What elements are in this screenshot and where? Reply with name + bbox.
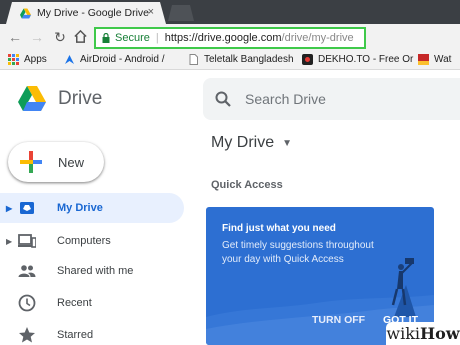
expand-caret-icon[interactable]: ▶ [6, 204, 12, 213]
dekho-icon [302, 54, 313, 65]
quick-access-card-title: Find just what you need [222, 223, 336, 234]
chevron-down-icon[interactable]: ▼ [282, 138, 292, 149]
new-tab-button[interactable] [168, 5, 194, 21]
apps-grid-icon [8, 54, 19, 65]
sidebar-item-label: Starred [57, 329, 94, 341]
browser-tab-strip: My Drive - Google Drive × [0, 0, 460, 24]
tab-title: My Drive - Google Drive [37, 7, 150, 19]
clock-icon [18, 294, 36, 312]
sidebar-item-my-drive[interactable]: ▶ My Drive [0, 193, 184, 223]
sidebar-item-label: My Drive [57, 202, 103, 214]
secure-label: Secure [115, 32, 150, 44]
bookmark-wat[interactable]: Wat [418, 54, 451, 65]
wat-icon [418, 54, 429, 65]
bookmark-airdroid[interactable]: AirDroid - Android / [64, 54, 164, 65]
bookmark-label: Teletalk Bangladesh [204, 54, 294, 65]
bookmark-teletalk[interactable]: Teletalk Bangladesh [188, 54, 294, 65]
sidebar-item-label: Shared with me [57, 265, 134, 277]
url-path: /drive/my-drive [281, 32, 354, 44]
page-icon [189, 54, 198, 65]
computers-icon [18, 234, 36, 248]
bookmark-label: DEKHO.TO - Free Or [318, 54, 414, 65]
sidebar-item-starred[interactable]: Starred [0, 320, 184, 345]
browser-tab[interactable]: My Drive - Google Drive × [6, 2, 166, 24]
bookmark-label: Wat [434, 54, 452, 65]
watermark-prefix: wiki [386, 324, 421, 343]
quick-access-heading: Quick Access [211, 179, 283, 191]
address-bar[interactable]: Secure | https://drive.google.com /drive… [94, 27, 366, 49]
new-button-label: New [58, 154, 85, 170]
watermark-suffix: How [420, 324, 460, 343]
drive-logo-icon[interactable] [18, 86, 46, 111]
search-input[interactable]: Search Drive [203, 78, 460, 120]
sidebar-item-label: Computers [57, 235, 111, 247]
airdroid-icon [65, 55, 74, 64]
bookmark-apps[interactable]: Apps [8, 54, 47, 65]
sidebar-item-label: Recent [57, 297, 92, 309]
omnibox-divider: | [155, 32, 159, 44]
url-host: https://drive.google.com [164, 32, 282, 44]
app-name: Drive [58, 88, 103, 109]
bookmark-dekho[interactable]: DEKHO.TO - Free Or [302, 54, 413, 65]
bookmark-label: Apps [24, 54, 47, 65]
quick-access-card-text: Get timely suggestions throughout your d… [222, 240, 374, 265]
bookmark-label: AirDroid - Android / [80, 54, 165, 65]
search-icon[interactable] [215, 91, 231, 107]
reload-icon[interactable]: ↻ [51, 28, 69, 46]
new-button[interactable]: New [8, 142, 104, 182]
star-icon [19, 327, 35, 343]
my-drive-icon [20, 202, 34, 214]
plus-icon [20, 151, 42, 173]
turn-off-button[interactable]: TURN OFF [312, 314, 365, 326]
browser-toolbar: ← → ↻ Secure | https://drive.google.com … [0, 24, 460, 52]
forward-arrow-icon[interactable]: → [28, 28, 46, 46]
page-title-text: My Drive [211, 134, 275, 151]
page-title[interactable]: My Drive ▼ [211, 134, 292, 152]
sidebar-item-shared-with-me[interactable]: Shared with me [0, 256, 184, 286]
expand-caret-icon[interactable]: ▶ [6, 237, 12, 246]
sidebar-item-computers[interactable]: ▶ Computers [0, 226, 184, 256]
sidebar-item-recent[interactable]: Recent [0, 288, 184, 318]
search-placeholder: Search Drive [245, 91, 326, 107]
wikihow-watermark: wiki How [386, 322, 460, 345]
drive-favicon-icon [20, 7, 31, 19]
shared-people-icon [18, 265, 36, 277]
bookmarks-bar: Apps AirDroid - Android / Teletalk Bangl… [0, 52, 460, 70]
home-icon[interactable] [73, 29, 88, 44]
lock-icon [102, 33, 110, 43]
back-arrow-icon[interactable]: ← [6, 28, 24, 46]
tab-close-icon[interactable]: × [148, 6, 154, 18]
